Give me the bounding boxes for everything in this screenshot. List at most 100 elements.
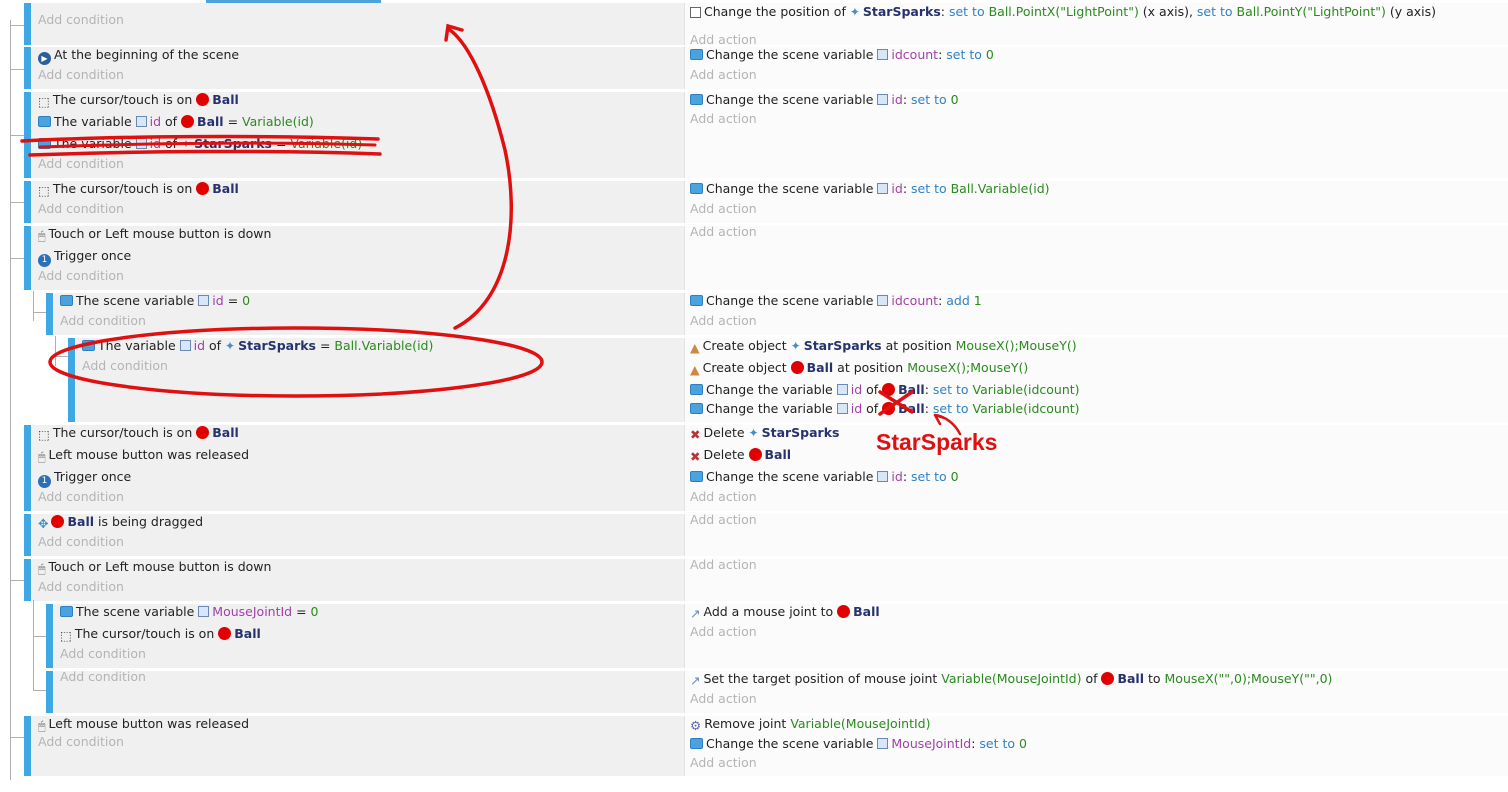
event-row[interactable]: ✥ Ball is being dragged Add condition Add a… [0, 512, 1508, 556]
add-condition-link[interactable]: Add condition [38, 266, 124, 286]
add-condition-link[interactable]: Add condition [82, 356, 168, 376]
variable-type-icon [179, 340, 191, 351]
condition-line[interactable]: 🖱 Left mouse button was released [38, 714, 249, 734]
condition-line[interactable]: 🖱 Left mouse button was released [38, 445, 249, 465]
sparks-object-icon: ✦ [181, 137, 192, 151]
add-condition-link[interactable]: Add condition [60, 667, 146, 687]
add-action-link[interactable]: Add action [690, 65, 757, 85]
add-condition-link[interactable]: Add condition [38, 154, 124, 174]
event-selector-bar[interactable] [46, 671, 53, 713]
tree-line-branch [10, 135, 24, 136]
condition-line[interactable]: 🖱 Touch or Left mouse button is down [38, 224, 271, 244]
condition-line[interactable]: 1 Trigger once [38, 467, 131, 488]
action-line[interactable]: ↗ Set the target position of mouse joint … [690, 669, 1332, 689]
add-action-link[interactable]: Add action [690, 689, 757, 709]
event-row[interactable]: The variable id of ✦ StarSparks = Ball.Va… [0, 338, 1508, 422]
condition-line[interactable]: ✥ Ball is being dragged [38, 512, 203, 532]
event-selector-bar[interactable] [24, 92, 31, 178]
conditions-panel[interactable] [32, 3, 684, 45]
condition-line[interactable]: 🖱 Touch or Left mouse button is down [38, 557, 271, 577]
action-line[interactable]: Change the variable id of Ball: set to V… [690, 399, 1080, 419]
action-line[interactable]: Change the variable id of Ball: set to V… [690, 380, 1080, 400]
event-selector-bar[interactable] [24, 181, 31, 223]
add-action-link[interactable]: Add action [690, 622, 757, 642]
variable-icon [60, 606, 73, 617]
sparks-object-icon: ✦ [225, 339, 236, 353]
add-condition-link[interactable]: Add condition [38, 10, 124, 30]
action-line[interactable]: ▲ Create object ✦ StarSparks at position M… [690, 336, 1077, 356]
variable-icon [690, 738, 703, 749]
condition-line[interactable]: ⬚ The cursor/touch is on Ball [38, 423, 239, 443]
condition-line[interactable]: The variable id of ✦ StarSparks = Variabl… [38, 134, 362, 154]
action-line[interactable]: Change the scene variable MouseJointId: … [690, 734, 1027, 754]
event-selector-bar[interactable] [68, 338, 75, 422]
add-action-link[interactable]: Add action [690, 753, 757, 773]
variable-icon [690, 384, 703, 395]
event-row[interactable]: The scene variable MouseJointId = 0 ⬚ The … [0, 604, 1508, 668]
event-row[interactable]: ⬚ The cursor/touch is on Ball Change the s… [0, 181, 1508, 223]
add-action-link[interactable]: Add action [690, 222, 757, 242]
event-selector-bar[interactable] [46, 293, 53, 335]
event-selector-bar[interactable] [24, 3, 31, 45]
actions-panel[interactable] [684, 559, 1508, 601]
condition-line[interactable]: The variable id of Ball = Variable(id) [38, 112, 314, 132]
add-action-link[interactable]: Add action [690, 510, 757, 530]
action-line[interactable]: ↗ Add a mouse joint to Ball [690, 602, 880, 622]
event-selector-bar[interactable] [24, 425, 31, 511]
condition-line[interactable]: The variable id of ✦ StarSparks = Ball.Va… [82, 336, 433, 356]
event-selector-bar[interactable] [24, 514, 31, 556]
event-row[interactable]: The scene variable id = 0 Change the scen… [0, 293, 1508, 335]
mouse-icon: 🖱 [38, 449, 46, 464]
add-condition-link[interactable]: Add condition [38, 65, 124, 85]
event-selector-bar[interactable] [46, 604, 53, 668]
add-action-link[interactable]: Add action [690, 487, 757, 507]
actions-panel[interactable] [684, 226, 1508, 290]
add-action-link[interactable]: Add action [690, 109, 757, 129]
action-line[interactable]: Change the scene variable idcount: add 1 [690, 291, 982, 311]
action-line[interactable]: Change the scene variable idcount: set t… [690, 45, 994, 65]
gear-icon: ⚙ [690, 718, 702, 733]
event-row[interactable]: ▶ At the beginning of the scene Change the… [0, 47, 1508, 89]
event-row[interactable]: 🖱 Touch or Left mouse button is down 1 Trig… [0, 224, 1508, 290]
tree-line-branch [10, 69, 24, 70]
event-selector-bar[interactable] [24, 559, 31, 601]
add-action-link[interactable]: Add action [690, 555, 757, 575]
add-condition-link[interactable]: Add condition [38, 577, 124, 597]
sparks-object-icon: ✦ [849, 5, 860, 19]
action-line[interactable]: ⚙ Remove joint Variable(MouseJointId) [690, 714, 931, 734]
add-condition-link[interactable]: Add condition [38, 199, 124, 219]
event-row[interactable]: ⬚ The cursor/touch is on Ball The variable… [0, 92, 1508, 178]
condition-line[interactable]: ⬚ The cursor/touch is on Ball [60, 624, 261, 644]
add-action-link[interactable]: Add action [690, 199, 757, 219]
condition-line[interactable]: 1 Trigger once [38, 246, 131, 267]
add-action-link[interactable]: Add action [690, 311, 757, 331]
action-line[interactable]: Change the scene variable id: set to 0 [690, 467, 959, 487]
action-line[interactable]: Change the position of ✦ StarSparks: set … [690, 2, 1436, 22]
add-condition-link[interactable]: Add condition [60, 311, 146, 331]
conditions-panel[interactable] [54, 671, 684, 713]
action-line[interactable]: ✖ Delete Ball [690, 445, 791, 465]
event-row[interactable]: 🖱 Left mouse button was released ⚙ Remove j… [0, 716, 1508, 776]
action-line[interactable]: ▲ Create object Ball at position MouseX()… [690, 358, 1028, 378]
add-condition-link[interactable]: Add condition [60, 644, 146, 664]
action-line[interactable]: ✖ Delete ✦ StarSparks [690, 423, 839, 443]
condition-line[interactable]: ⬚ The cursor/touch is on Ball [38, 90, 239, 110]
action-line[interactable]: Change the scene variable id: set to 0 [690, 90, 959, 110]
event-selector-bar[interactable] [24, 716, 31, 776]
event-row[interactable]: 🖱 Touch or Left mouse button is down Add c… [0, 557, 1508, 601]
event-row[interactable]: ↗ Set the target position of mouse joint … [0, 669, 1508, 713]
event-selector-bar[interactable] [24, 226, 31, 290]
condition-line[interactable]: ⬚ The cursor/touch is on Ball [38, 179, 239, 199]
add-condition-link[interactable]: Add condition [38, 732, 124, 752]
ball-object-icon [790, 361, 804, 374]
add-condition-link[interactable]: Add condition [38, 532, 124, 552]
event-row[interactable]: ⬚ The cursor/touch is on Ball 🖱 Left mouse … [0, 425, 1508, 511]
condition-line[interactable]: The scene variable MouseJointId = 0 [60, 602, 318, 622]
event-row[interactable]: Change the position of ✦ StarSparks: set … [0, 2, 1508, 47]
event-selector-bar[interactable] [24, 47, 31, 89]
condition-line[interactable]: The scene variable id = 0 [60, 291, 250, 311]
actions-panel[interactable] [684, 514, 1508, 556]
condition-line[interactable]: ▶ At the beginning of the scene [38, 45, 239, 65]
add-condition-link[interactable]: Add condition [38, 487, 124, 507]
action-line[interactable]: Change the scene variable id: set to Bal… [690, 179, 1050, 199]
